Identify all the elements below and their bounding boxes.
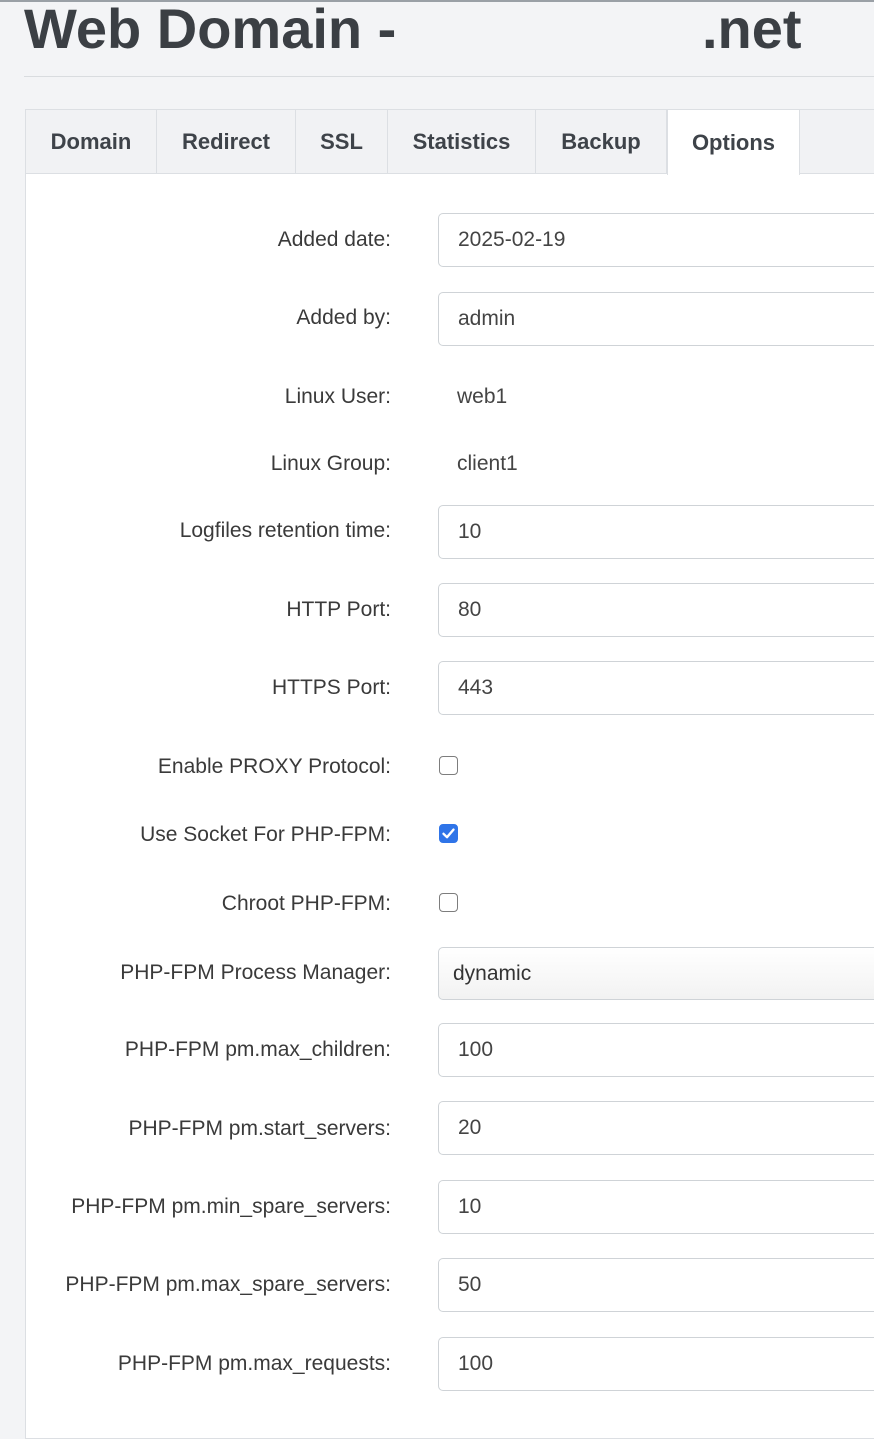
tab-label: Options xyxy=(691,129,776,155)
php-socket-checkbox[interactable] xyxy=(439,824,458,843)
max-spare-servers-input[interactable] xyxy=(438,1258,874,1312)
max-spare-servers-label: PHP-FPM pm.max_spare_servers: xyxy=(65,1273,391,1296)
linux-user-label: Linux User: xyxy=(284,385,391,408)
min-spare-servers-label: PHP-FPM pm.min_spare_servers: xyxy=(71,1195,391,1218)
proxy-protocol-checkbox[interactable] xyxy=(439,756,458,775)
tab-label: Domain xyxy=(50,129,132,154)
start-servers-label: PHP-FPM pm.start_servers: xyxy=(128,1117,391,1140)
https-port-input[interactable] xyxy=(438,661,874,715)
proxy-protocol-label: Enable PROXY Protocol: xyxy=(157,755,391,778)
http-port-input[interactable] xyxy=(438,583,874,637)
added-date-label: Added date: xyxy=(277,228,391,251)
added-date-input[interactable] xyxy=(438,213,874,267)
linux-user-value: web1 xyxy=(457,385,508,408)
added-by-label: Added by: xyxy=(296,306,391,329)
added-by-input[interactable] xyxy=(438,292,874,346)
process-manager-value: dynamic xyxy=(453,961,532,985)
linux-group-value: client1 xyxy=(457,452,518,475)
page-title-main: Web Domain - xyxy=(24,0,397,60)
chroot-php-label: Chroot PHP-FPM: xyxy=(221,892,391,915)
max-children-label: PHP-FPM pm.max_children: xyxy=(124,1038,391,1061)
process-manager-label: PHP-FPM Process Manager: xyxy=(120,961,391,984)
php-socket-label: Use Socket For PHP-FPM: xyxy=(140,823,391,846)
log-retention-label: Logfiles retention time: xyxy=(179,519,391,542)
max-children-input[interactable] xyxy=(438,1023,874,1077)
tab-bar: Domain Redirect SSL Statistics Backup Op… xyxy=(26,110,874,175)
tab-statistics[interactable]: Statistics xyxy=(388,110,536,174)
tab-ssl[interactable]: SSL xyxy=(296,110,388,174)
checkmark-icon xyxy=(442,828,455,839)
tab-domain[interactable]: Domain xyxy=(26,110,157,174)
title-divider xyxy=(24,76,874,77)
page-title-suffix: .net xyxy=(702,0,802,60)
https-port-label: HTTPS Port: xyxy=(271,676,391,699)
min-spare-servers-input[interactable] xyxy=(438,1180,874,1234)
max-requests-label: PHP-FPM pm.max_requests: xyxy=(117,1352,391,1375)
process-manager-select[interactable]: dynamic xyxy=(438,947,874,1000)
tab-backup[interactable]: Backup xyxy=(536,110,667,174)
tab-label: Statistics xyxy=(412,129,511,154)
start-servers-input[interactable] xyxy=(438,1101,874,1155)
http-port-label: HTTP Port: xyxy=(286,598,391,621)
tab-label: Backup xyxy=(561,129,641,154)
chroot-php-checkbox[interactable] xyxy=(439,893,458,912)
tab-label: Redirect xyxy=(181,129,271,154)
max-requests-input[interactable] xyxy=(438,1337,874,1391)
page-title: Web Domain - .net xyxy=(24,0,874,60)
tab-options[interactable]: Options xyxy=(667,110,800,175)
linux-group-label: Linux Group: xyxy=(270,452,391,475)
options-panel: Domain Redirect SSL Statistics Backup Op… xyxy=(25,109,874,1439)
tab-redirect[interactable]: Redirect xyxy=(157,110,296,174)
log-retention-input[interactable] xyxy=(438,505,874,559)
tab-label: SSL xyxy=(320,129,363,154)
